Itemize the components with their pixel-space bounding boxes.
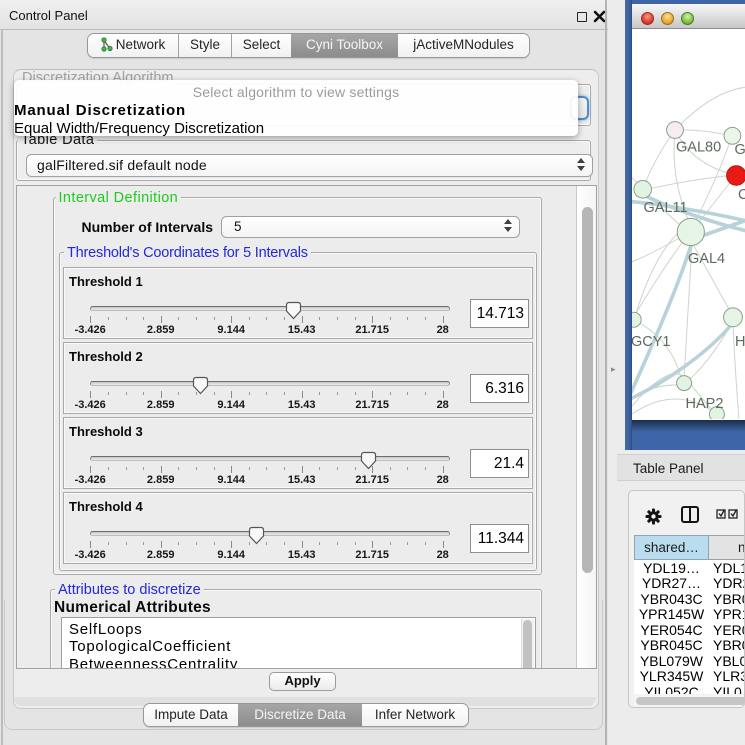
- svg-text:GCY1: GCY1: [632, 334, 671, 350]
- svg-text:HAP2: HAP2: [686, 396, 724, 412]
- svg-text:GAL80: GAL80: [676, 140, 721, 156]
- svg-text:GA: GA: [735, 142, 745, 158]
- svg-text:C: C: [738, 187, 745, 203]
- svg-text:GAL11: GAL11: [644, 200, 688, 216]
- svg-text:GAL4: GAL4: [688, 251, 725, 267]
- svg-text:H: H: [735, 334, 745, 350]
